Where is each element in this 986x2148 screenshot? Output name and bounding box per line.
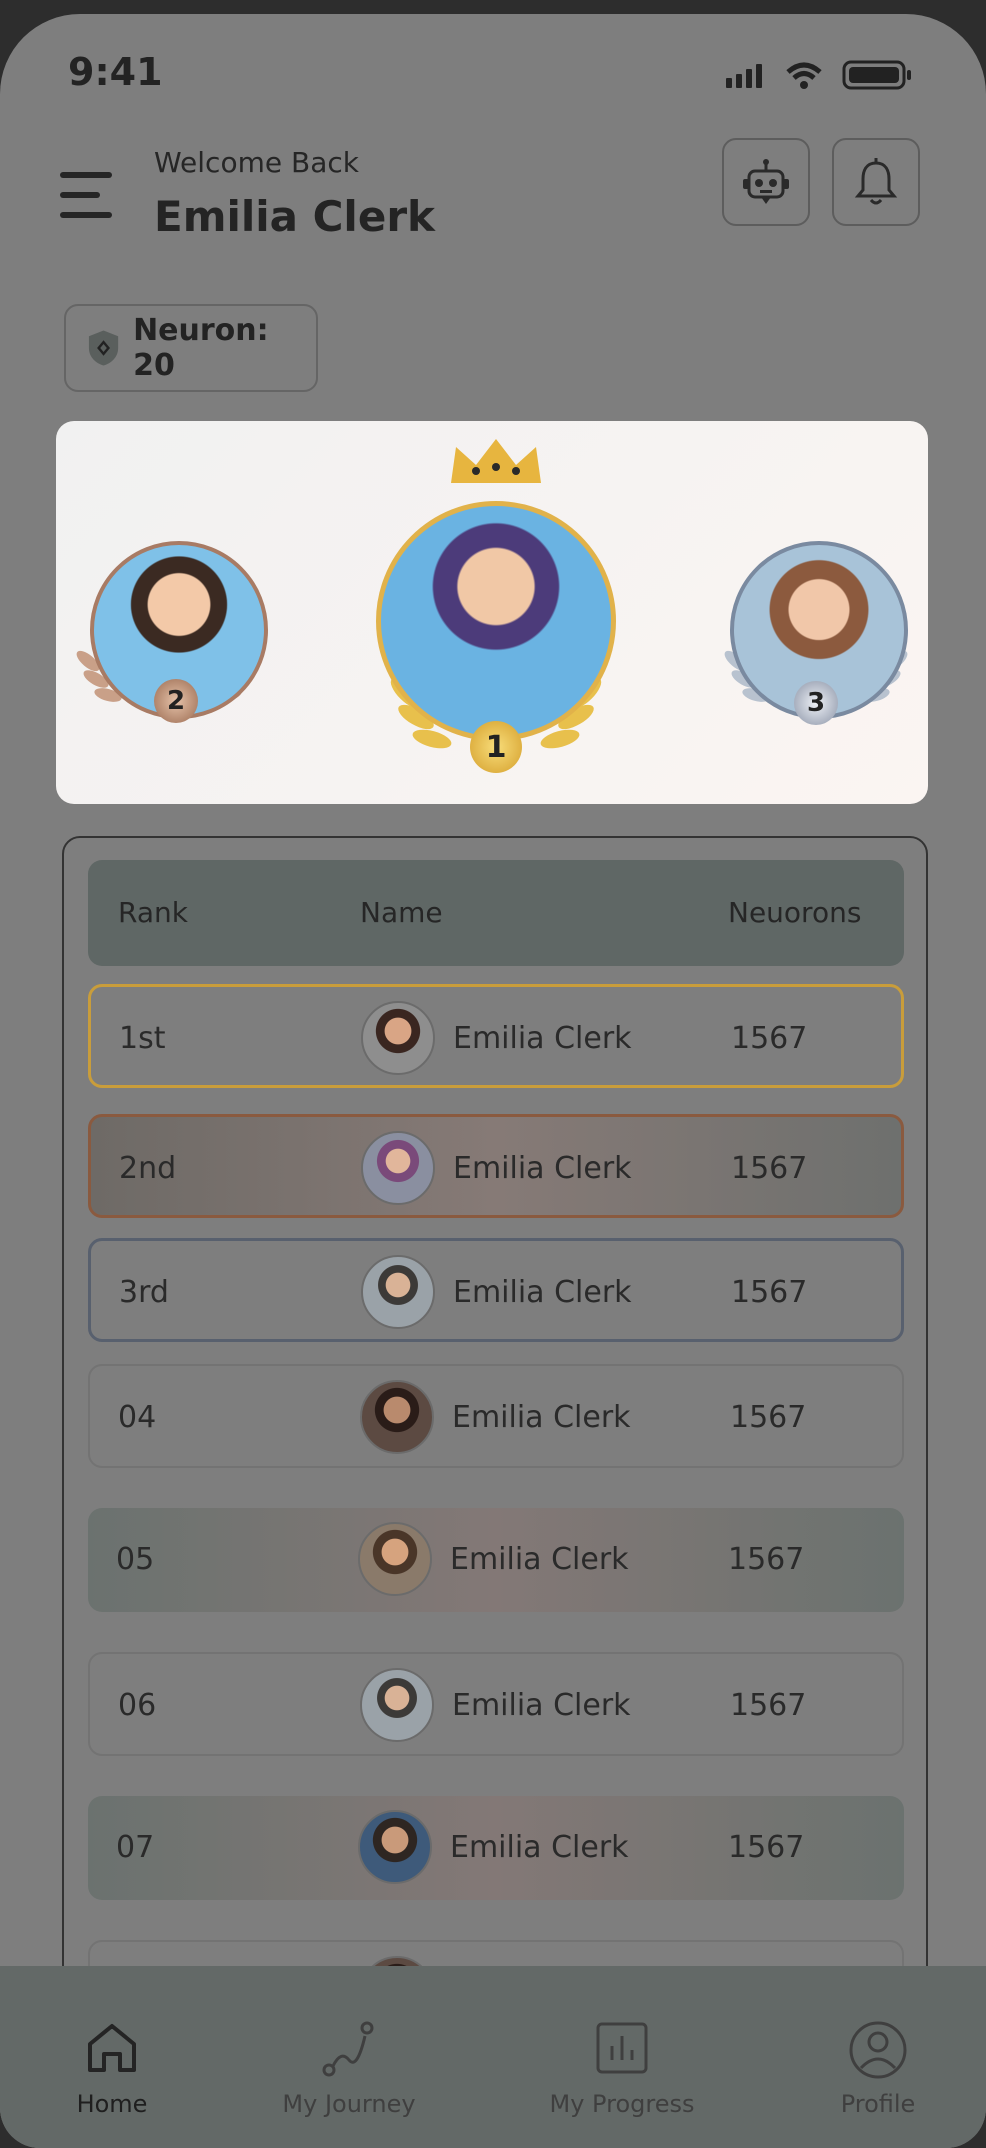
table-row[interactable]: 05 Emilia Clerk 1567: [88, 1508, 904, 1612]
table-row[interactable]: 04 Emilia Clerk 1567: [88, 1364, 904, 1468]
podium-third-place[interactable]: 3: [716, 531, 916, 731]
nav-home[interactable]: Home: [12, 1966, 212, 2148]
status-icons: [726, 60, 911, 90]
table-row[interactable]: 06 Emilia Clerk 1567: [88, 1652, 904, 1756]
nav-my-progress-label: My Progress: [549, 2090, 695, 2118]
row-name: Emilia Clerk: [450, 1542, 629, 1577]
row-name: Emilia Clerk: [453, 1151, 632, 1186]
bell-icon: [854, 158, 898, 205]
podium-second-place[interactable]: 2: [68, 531, 268, 731]
top-three-podium: 2 1 3: [56, 421, 928, 804]
avatar: [361, 1001, 435, 1075]
journey-icon: [322, 2021, 374, 2077]
rank-medal-1: 1: [470, 721, 522, 773]
app-screen: 9:41 Welcome Back Emilia Clerk Neuron: 2…: [0, 14, 986, 2148]
nav-profile[interactable]: Profile: [778, 1966, 978, 2148]
battery-icon: [842, 60, 911, 90]
user-name: Emilia Clerk: [154, 192, 435, 241]
column-score: Neuorons: [728, 896, 862, 929]
row-rank: 04: [118, 1400, 157, 1435]
leaderboard-table: Rank Name Neuorons 1st Emilia Clerk 1567…: [62, 836, 928, 2136]
row-score: 1567: [728, 1830, 805, 1865]
status-time: 9:41: [68, 50, 163, 94]
row-rank: 2nd: [119, 1151, 177, 1186]
profile-icon: [849, 2021, 907, 2079]
progress-chart-icon: [596, 2022, 648, 2074]
home-icon: [88, 2024, 136, 2072]
row-rank: 1st: [119, 1021, 166, 1056]
avatar: [361, 1131, 435, 1205]
nav-profile-label: Profile: [840, 2090, 916, 2118]
nav-home-label: Home: [76, 2090, 148, 2118]
column-name: Name: [360, 896, 443, 929]
table-row[interactable]: 1st Emilia Clerk 1567: [88, 984, 904, 1088]
neuron-balance-label: Neuron: 20: [133, 313, 269, 383]
ai-assistant-button[interactable]: [722, 138, 810, 226]
neuron-balance-chip[interactable]: Neuron: 20: [64, 304, 318, 392]
row-rank: 3rd: [119, 1275, 169, 1310]
avatar: [358, 1522, 432, 1596]
avatar: [358, 1810, 432, 1884]
row-score: 1567: [730, 1400, 807, 1435]
status-bar: 9:41: [0, 14, 986, 134]
row-score: 1567: [731, 1151, 808, 1186]
avatar: [360, 1668, 434, 1742]
table-row[interactable]: 2nd Emilia Clerk 1567: [88, 1114, 904, 1218]
notifications-button[interactable]: [832, 138, 920, 226]
row-score: 1567: [731, 1021, 808, 1056]
row-score: 1567: [731, 1275, 808, 1310]
rank-medal-2: 2: [154, 679, 198, 723]
row-name: Emilia Clerk: [452, 1688, 631, 1723]
avatar: [376, 501, 616, 741]
robot-icon: [743, 159, 789, 204]
nav-my-journey[interactable]: My Journey: [249, 1966, 449, 2148]
avatar: [361, 1255, 435, 1329]
table-header: Rank Name Neuorons: [88, 860, 904, 966]
row-rank: 07: [116, 1830, 155, 1865]
row-name: Emilia Clerk: [452, 1400, 631, 1435]
nav-my-progress[interactable]: My Progress: [522, 1966, 722, 2148]
nav-my-journey-label: My Journey: [282, 2090, 416, 2118]
cellular-signal-icon: [726, 64, 762, 88]
avatar: [360, 1380, 434, 1454]
rank-medal-3: 3: [794, 681, 838, 725]
wifi-icon: [786, 62, 822, 89]
row-name: Emilia Clerk: [450, 1830, 629, 1865]
row-name: Emilia Clerk: [453, 1275, 632, 1310]
podium-first-place[interactable]: 1: [346, 433, 646, 793]
hamburger-menu-icon[interactable]: [60, 172, 114, 218]
row-score: 1567: [728, 1542, 805, 1577]
shield-icon: [88, 330, 119, 366]
table-row[interactable]: 3rd Emilia Clerk 1567: [88, 1238, 904, 1342]
welcome-text: Welcome Back: [154, 146, 359, 179]
row-rank: 06: [118, 1688, 157, 1723]
row-score: 1567: [730, 1688, 807, 1723]
row-rank: 05: [116, 1542, 155, 1577]
bottom-navigation: Home My Journey My Progress Profile: [0, 1966, 986, 2148]
table-row[interactable]: 07 Emilia Clerk 1567: [88, 1796, 904, 1900]
column-rank: Rank: [118, 896, 188, 929]
row-name: Emilia Clerk: [453, 1021, 632, 1056]
